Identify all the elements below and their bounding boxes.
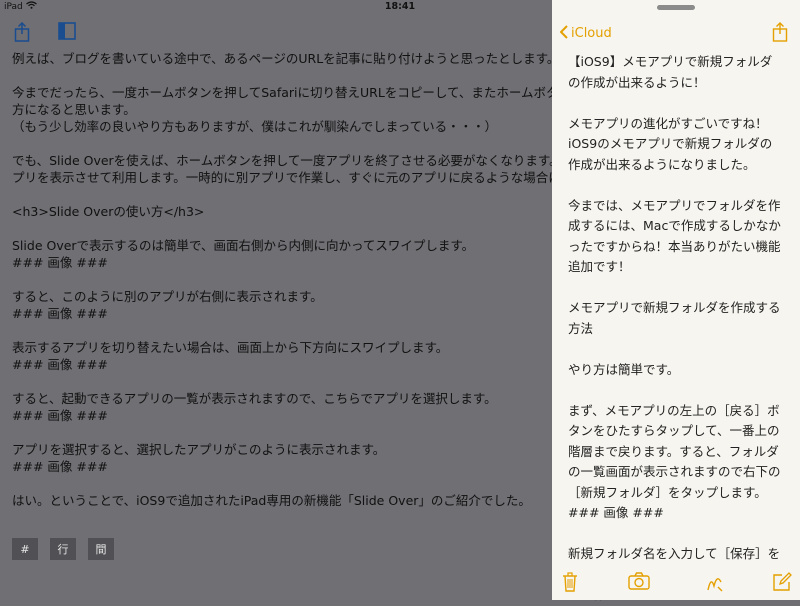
sketch-icon[interactable] xyxy=(706,572,724,596)
editor-line: ### 画像 ### xyxy=(12,459,108,474)
note-line: の一覧画面が表示されますので右下の xyxy=(568,464,781,479)
editor-line: でも、Slide Overを使えば、ホームボタンを押して一度アプリを終了させる必… xyxy=(12,153,552,168)
note-line: まず、メモアプリの左上の［戻る］ボ xyxy=(568,402,780,418)
back-label: iCloud xyxy=(571,26,612,41)
note-line: タンをひたすらタップして、一番上の xyxy=(568,423,780,438)
editor-line: <h3>Slide Overの使い方</h3> xyxy=(12,204,205,219)
shortcut-key-row: # 行間 xyxy=(12,538,114,560)
sidebar-toggle-icon[interactable] xyxy=(58,22,76,44)
share-icon[interactable] xyxy=(14,21,30,46)
note-line: 追加です！ xyxy=(568,259,631,274)
editor-line: 表示するアプリを切り替えたい場合は、画面上から下方向にスワイプします。 xyxy=(12,340,449,355)
notes-slide-over-panel: iCloud 【iOS9】メモアプリで新規フォルダ の作成が出来るように！ メモアプ… xyxy=(552,0,800,602)
chevron-left-icon xyxy=(559,24,568,43)
clock: 18:41 xyxy=(384,1,416,12)
note-line: ### 画像 ### xyxy=(568,505,664,520)
editor-line: 方になると思います。 xyxy=(12,102,136,117)
editor-line: ### 画像 ### xyxy=(12,306,108,321)
editor-line: すると、起動できるアプリの一覧が表示されますので、こちらでアプリを選択します。 xyxy=(12,391,497,406)
editor-line: 今までだったら、一度ホームボタンを押してSafariに切り替えURLをコピーして… xyxy=(12,85,552,100)
editor-line: ### 画像 ### xyxy=(12,408,108,423)
editor-line: （もう少し効率の良いやり方もありますが、僕はこれが馴染んでしまっている・・・） xyxy=(12,119,498,134)
note-line: ったですからね！本当ありがたい機能 xyxy=(568,238,781,254)
note-line: メモアプリの進化がすごいですね！ xyxy=(568,115,768,131)
shortcut-key-button[interactable]: # xyxy=(12,538,38,560)
share-icon[interactable] xyxy=(772,22,788,46)
editor-app: 例えば、ブログを書いている途中で、あるページのURLを記事に貼り付けようと思った… xyxy=(0,0,552,600)
editor-line: ### 画像 ### xyxy=(12,357,108,372)
trash-icon[interactable] xyxy=(562,572,578,596)
note-line: メモアプリで新規フォルダを作成する xyxy=(568,300,781,315)
editor-line: アプリを選択すると、選択したアプリがこのように表示されます。 xyxy=(12,442,386,457)
editor-line: Slide Overで表示するのは簡単で、画面右側から内側に向かってスワイプしま… xyxy=(12,238,475,253)
note-line: 新規フォルダ名を入力して［保存］を xyxy=(568,546,781,561)
note-line: 【iOS9】メモアプリで新規フォルダ xyxy=(568,54,773,69)
note-line: やり方は簡単です。 xyxy=(568,361,680,377)
shortcut-key-button[interactable]: 行 xyxy=(50,538,76,560)
note-line: iOS9のメモアプリで新規フォルダの xyxy=(568,136,773,151)
editor-line: 例えば、ブログを書いている途中で、あるページのURLを記事に貼り付けようと思った… xyxy=(12,51,552,66)
editor-text-area[interactable]: 例えば、ブログを書いている途中で、あるページのURLを記事に貼り付けようと思った… xyxy=(12,50,552,509)
camera-icon[interactable] xyxy=(628,572,650,594)
note-line: 方法 xyxy=(568,320,594,336)
status-bar: iPad 18:41 xyxy=(0,0,800,14)
note-line: 成するには、Macで作成するしかなか xyxy=(568,218,781,233)
shortcut-key-button[interactable]: 間 xyxy=(88,538,114,560)
note-line: ［新規フォルダ］をタップします。 xyxy=(568,484,767,500)
note-line: の作成が出来るように！ xyxy=(568,74,706,90)
notes-bottom-toolbar xyxy=(552,566,800,600)
editor-line: プリを表示させて利用します。一時的に別アプリで作業し、すぐに元のアプリに戻るよう… xyxy=(12,170,552,185)
editor-toolbar xyxy=(0,14,552,48)
back-button[interactable]: iCloud xyxy=(559,24,612,43)
notes-nav-bar: iCloud xyxy=(552,22,800,46)
editor-line: ### 画像 ### xyxy=(12,255,108,270)
note-line: 今までは、メモアプリでフォルダを作 xyxy=(568,197,781,213)
note-content[interactable]: 【iOS9】メモアプリで新規フォルダ の作成が出来るように！ メモアプリの進化がすご… xyxy=(568,52,792,606)
editor-line: すると、このように別のアプリが右側に表示されます。 xyxy=(12,289,323,304)
note-line: 階層まで戻ります。すると、フォルダ xyxy=(568,443,779,459)
compose-icon[interactable] xyxy=(772,572,792,596)
note-line: 作成が出来るようになりました。 xyxy=(568,156,756,172)
editor-line: はい。ということで、iOS9で追加されたiPad専用の新機能「Slide Ove… xyxy=(12,493,531,508)
